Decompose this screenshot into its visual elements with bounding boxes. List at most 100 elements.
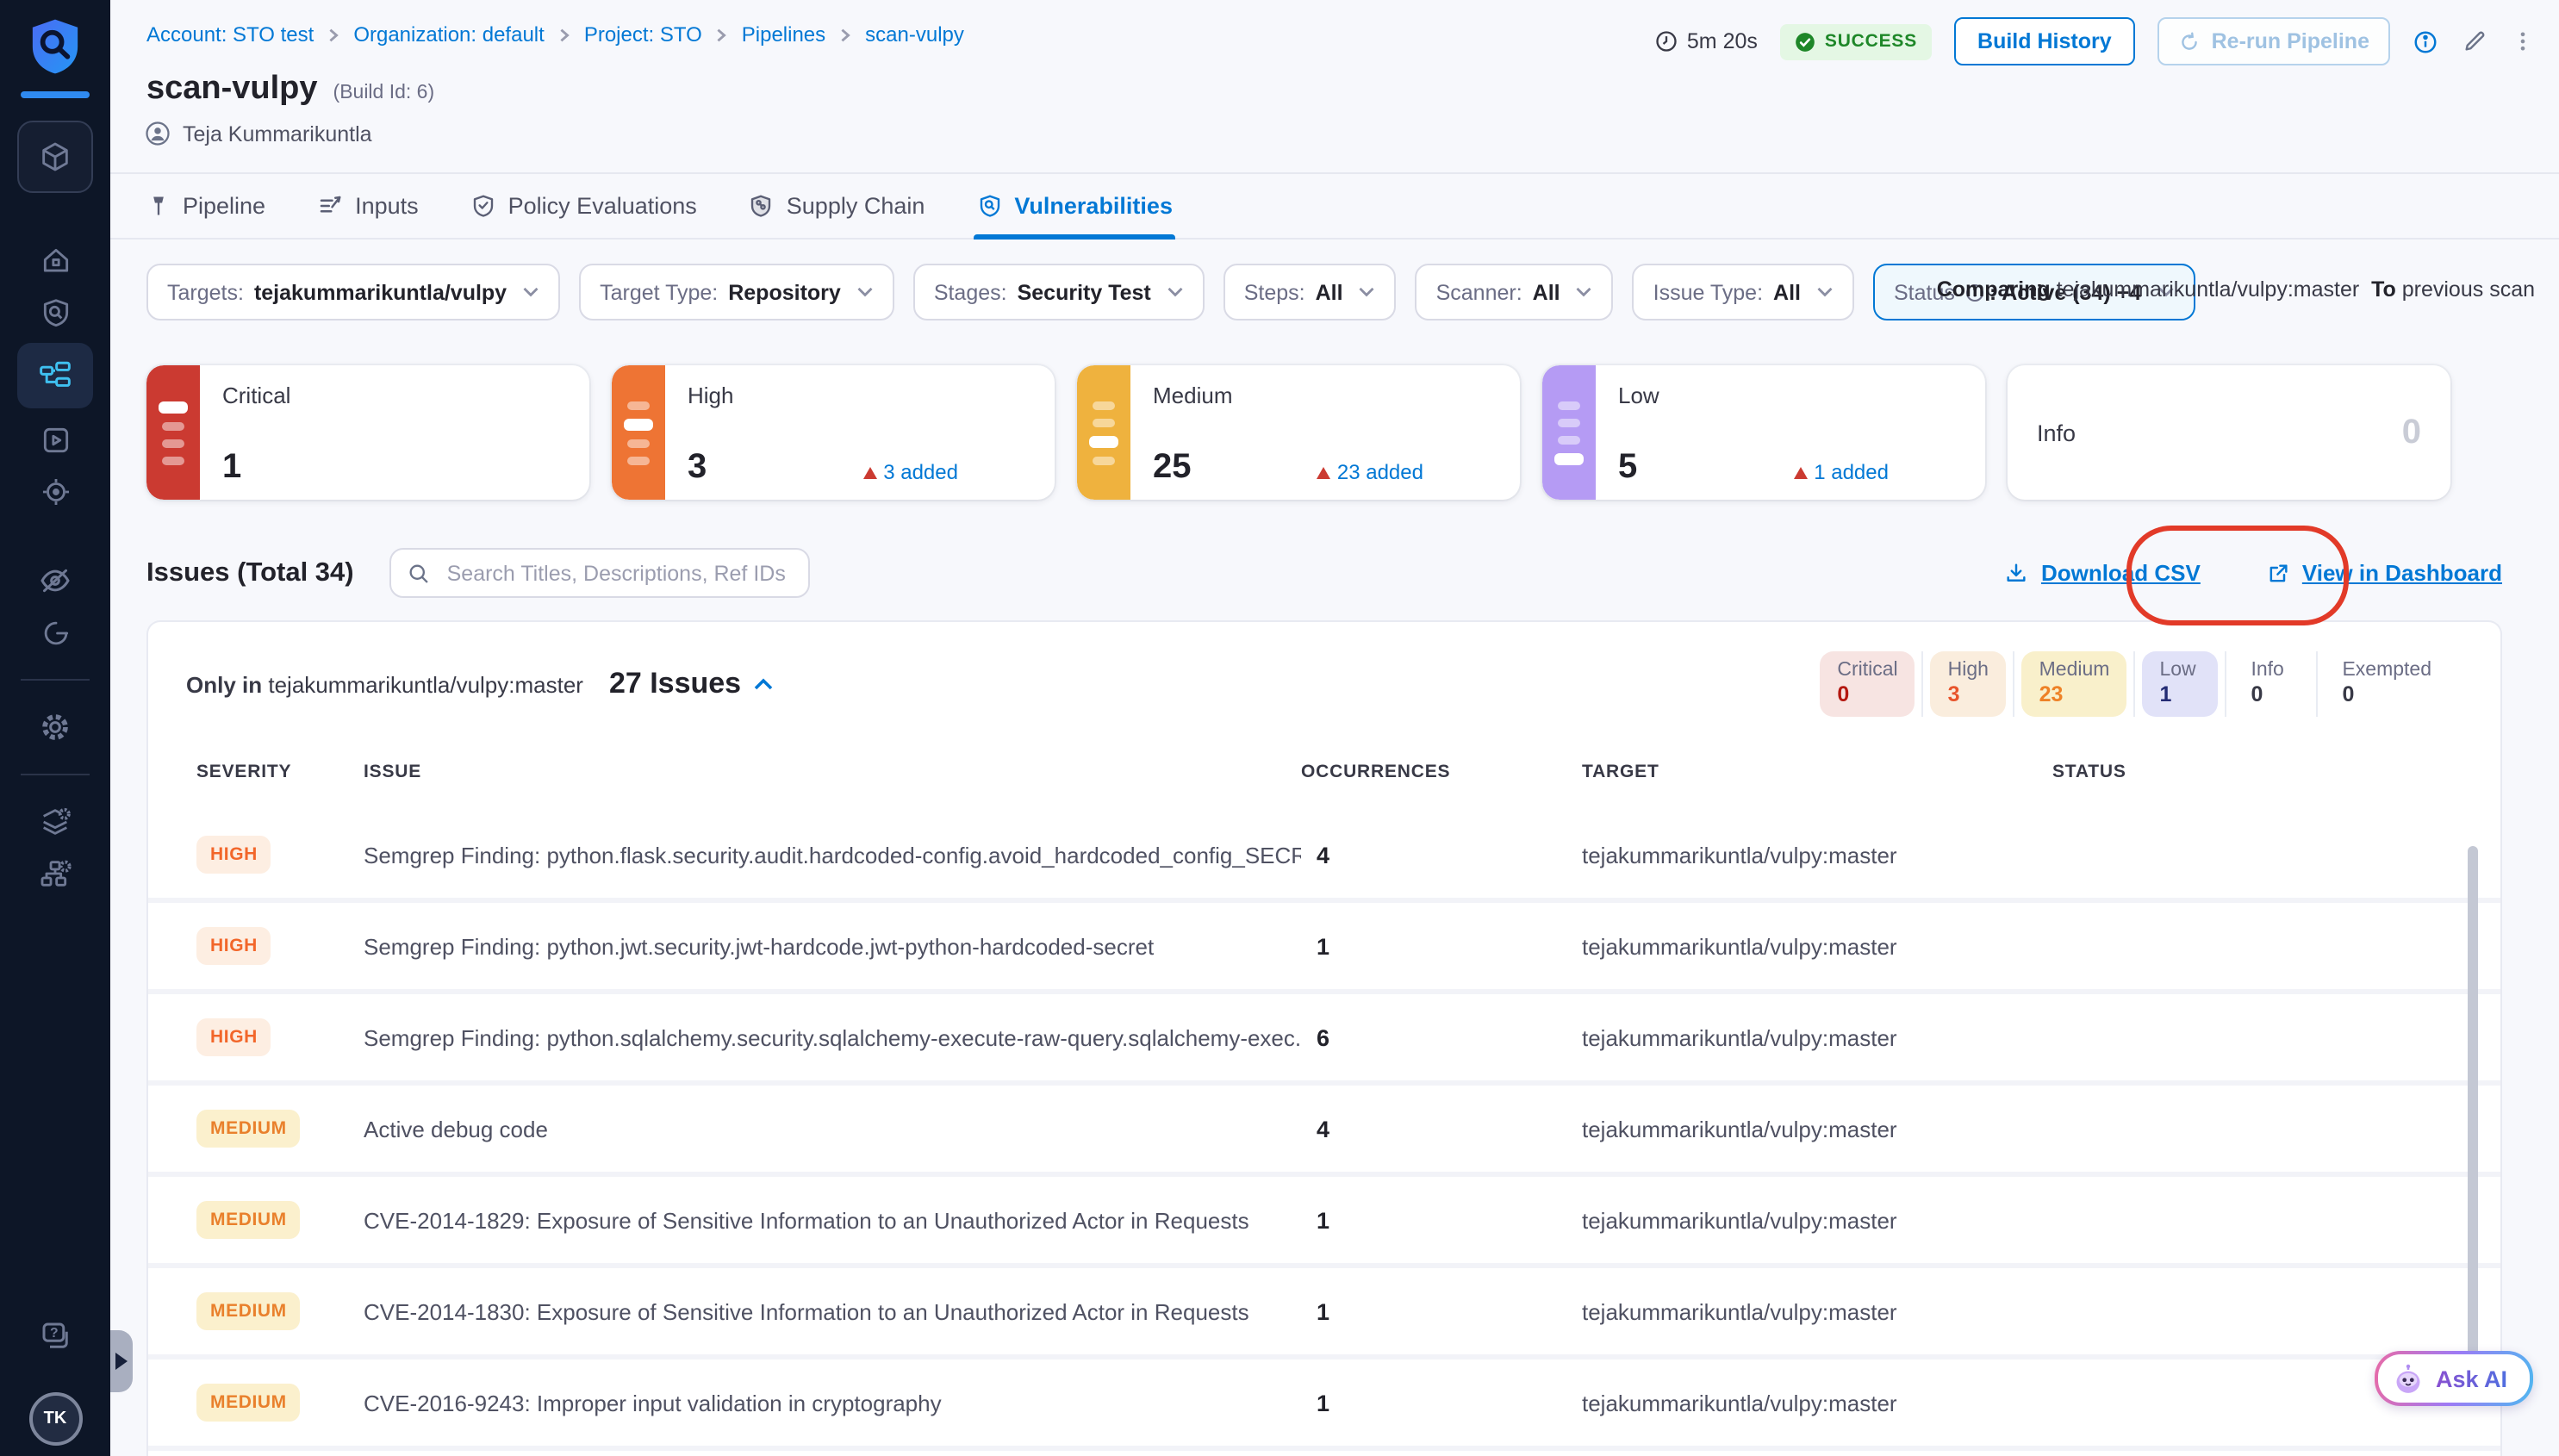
group-issue-count[interactable]: 27 Issues [609, 667, 774, 701]
chip-divider [2316, 651, 2318, 717]
breadcrumb-org[interactable]: Organization: default [353, 22, 545, 47]
filter-scanner[interactable]: Scanner:All [1416, 264, 1614, 320]
card-label: Low [1618, 383, 1964, 408]
table-row[interactable]: MEDIUM CVE-2014-1829: Exposure of Sensit… [148, 1172, 2500, 1263]
severity-badge: HIGH [196, 927, 271, 965]
chip-low[interactable]: Low1 [2142, 651, 2218, 717]
added-link[interactable]: 3 added [862, 460, 958, 484]
status-badge: SUCCESS [1780, 23, 1931, 59]
issues-table: HIGH Semgrep Finding: python.flask.secur… [148, 812, 2500, 1456]
table-row[interactable]: HIGH Semgrep Finding: python.sqlalchemy.… [148, 989, 2500, 1080]
severity-badge: HIGH [196, 1018, 271, 1056]
tab-vulnerabilities[interactable]: Vulnerabilities [976, 174, 1173, 238]
tab-inputs[interactable]: Inputs [317, 174, 419, 238]
refresh-icon [2179, 30, 2201, 53]
triggered-by-user: Teja Kummarikuntla [183, 121, 372, 146]
triangle-up-icon [862, 466, 876, 478]
added-link[interactable]: 1 added [1793, 460, 1889, 484]
filter-target-type[interactable]: Target Type:Repository [579, 264, 894, 320]
tab-supply-chain[interactable]: Supply Chain [749, 174, 925, 238]
filter-steps[interactable]: Steps:All [1223, 264, 1397, 320]
severity-card-info[interactable]: Info 0 [2008, 365, 2450, 500]
breadcrumb: Account: STO test Organization: default … [146, 22, 964, 47]
svg-text:?: ? [49, 1326, 58, 1341]
breadcrumb-current[interactable]: scan-vulpy [865, 22, 964, 47]
breadcrumb-project[interactable]: Project: STO [584, 22, 702, 47]
severity-card-low[interactable]: Low 5 1 added [1542, 365, 1985, 500]
sidebar-item-hidden-issues[interactable] [17, 555, 93, 607]
severity-card-critical[interactable]: Critical 1 [146, 365, 589, 500]
chip-critical[interactable]: Critical0 [1820, 651, 1915, 717]
table-row-partial[interactable]: MEDIUM CVE-2017-11424: PyJWT... 1 tejaku… [148, 1446, 2500, 1456]
org-gear-icon [38, 856, 72, 891]
added-link[interactable]: 23 added [1317, 460, 1423, 484]
sidebar-item-executions[interactable] [17, 414, 93, 465]
ask-ai-button[interactable]: Ask AI [2375, 1351, 2533, 1406]
module-selector-button[interactable] [17, 121, 93, 193]
table-row[interactable]: MEDIUM CVE-2014-1830: Exposure of Sensit… [148, 1263, 2500, 1354]
harness-sto-logo-icon[interactable] [28, 17, 83, 76]
severity-badge: MEDIUM [196, 1384, 301, 1422]
card-count: 1 [222, 450, 241, 484]
logo-underline [21, 91, 90, 98]
table-row[interactable]: HIGH Semgrep Finding: python.jwt.securit… [148, 898, 2500, 989]
inputs-icon [317, 193, 343, 219]
build-history-button[interactable]: Build History [1953, 17, 2136, 65]
breadcrumb-pipelines[interactable]: Pipelines [742, 22, 825, 47]
sidebar-expand-handle[interactable] [110, 1330, 133, 1392]
occurrences-count: 6 [1301, 1024, 1582, 1050]
chip-exempted[interactable]: Exempted0 [2325, 651, 2449, 717]
tab-policy-evaluations[interactable]: Policy Evaluations [470, 174, 697, 238]
chip-high[interactable]: High3 [1931, 651, 2007, 717]
table-row[interactable]: MEDIUM CVE-2016-9243: Improper input val… [148, 1354, 2500, 1446]
filter-issue-type[interactable]: Issue Type:All [1633, 264, 1854, 320]
sidebar-item-default-settings[interactable] [17, 796, 93, 848]
sidebar-item-targets[interactable] [17, 465, 93, 517]
sidebar-item-pipelines[interactable] [17, 343, 93, 408]
filter-targets[interactable]: Targets:tejakummarikuntla/vulpy [146, 264, 560, 320]
view-in-dashboard-button[interactable]: View in Dashboard [2266, 560, 2502, 586]
rerun-pipeline-button[interactable]: Re-run Pipeline [2158, 17, 2390, 65]
arrow-right-icon [115, 1353, 128, 1370]
target-name: tejakummarikuntla/vulpy:master [1582, 1116, 2052, 1142]
severity-card-medium[interactable]: Medium 25 23 added [1077, 365, 1520, 500]
breadcrumb-account[interactable]: Account: STO test [146, 22, 314, 47]
triangle-up-icon [1793, 466, 1807, 478]
home-icon [39, 244, 72, 277]
user-avatar[interactable]: TK [28, 1392, 82, 1446]
build-id: (Build Id: 6) [333, 83, 435, 103]
more-options-button[interactable] [2511, 28, 2535, 55]
help-chat-button[interactable]: ? [37, 1318, 73, 1354]
download-icon [2005, 560, 2029, 586]
chip-info[interactable]: Info0 [2233, 651, 2309, 717]
rerun-info-button[interactable] [2413, 28, 2438, 54]
table-row[interactable]: HIGH Semgrep Finding: python.flask.secur… [148, 812, 2500, 898]
search-input[interactable] [444, 559, 794, 587]
high-gauge-icon [612, 365, 665, 500]
issues-search[interactable] [390, 548, 811, 598]
chip-medium[interactable]: Medium23 [2022, 651, 2127, 717]
col-occurrences: OCCURRENCES [1301, 762, 1582, 782]
issue-title: Semgrep Finding: python.flask.security.a… [364, 842, 1301, 868]
kebab-menu-icon [2511, 28, 2535, 55]
edit-pipeline-button[interactable] [2461, 28, 2488, 55]
sidebar-item-home[interactable] [17, 234, 93, 286]
sidebar-item-project-settings[interactable] [17, 701, 93, 753]
vertical-scrollbar[interactable] [2468, 846, 2478, 1384]
sidebar-item-account-settings[interactable] [17, 848, 93, 899]
shield-chain-icon [749, 193, 775, 219]
sidebar-item-sto[interactable] [17, 286, 93, 338]
eye-off-icon [38, 563, 72, 598]
table-row[interactable]: MEDIUM Active debug code 4 tejakummariku… [148, 1080, 2500, 1172]
occurrences-count: 1 [1301, 933, 1582, 959]
tab-pipeline[interactable]: Pipeline [146, 174, 265, 238]
filter-stages[interactable]: Stages:Security Test [913, 264, 1205, 320]
filters-row: Targets:tejakummarikuntla/vulpy Target T… [146, 264, 2195, 320]
sidebar: ? TK [0, 0, 110, 1456]
severity-card-high[interactable]: High 3 3 added [612, 365, 1055, 500]
download-csv-button[interactable]: Download CSV [2005, 560, 2201, 586]
help-chat-icon: ? [37, 1318, 73, 1354]
sidebar-item-getting-started[interactable] [17, 607, 93, 658]
col-status: STATUS [2052, 762, 2500, 782]
main-area: Account: STO test Organization: default … [110, 0, 2559, 1456]
